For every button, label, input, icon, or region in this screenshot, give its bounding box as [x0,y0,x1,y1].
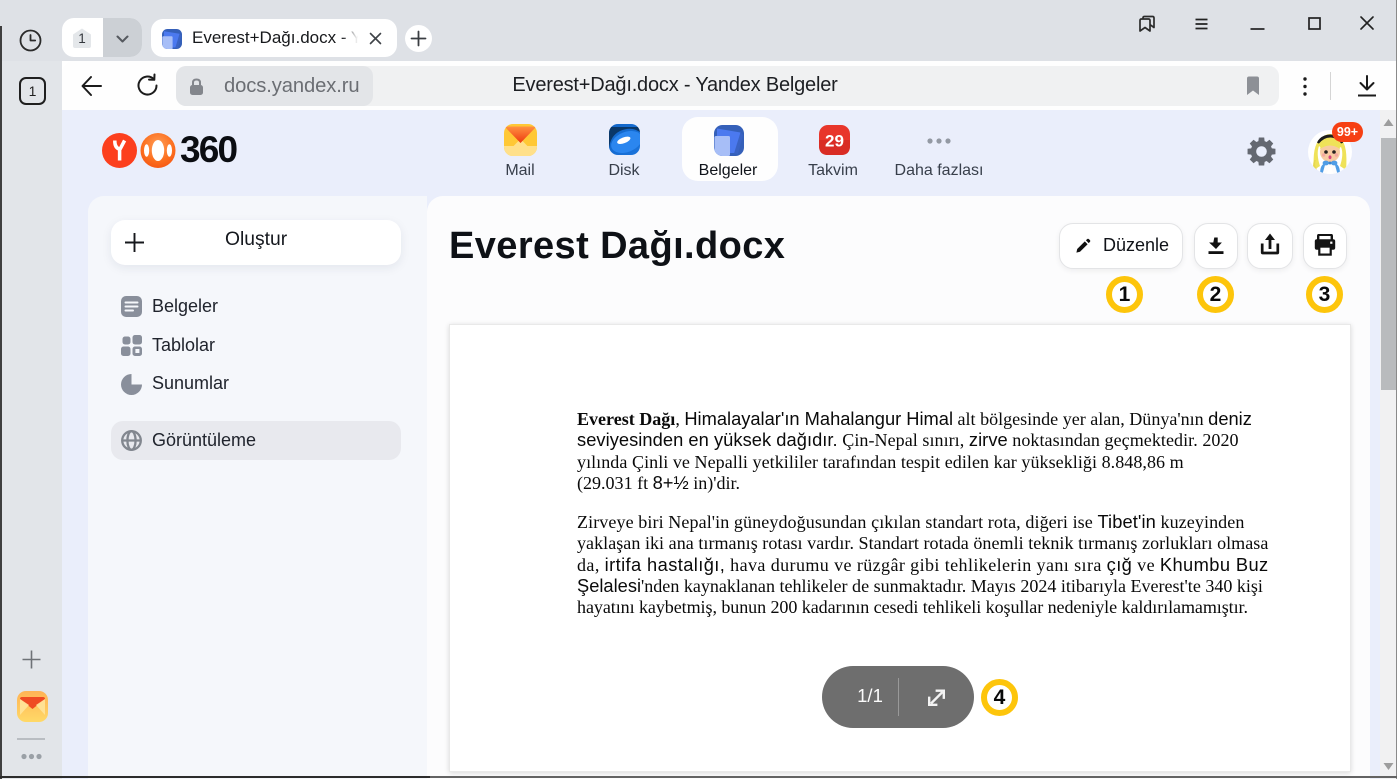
svg-text:1: 1 [78,31,86,46]
svg-text:29: 29 [825,132,844,151]
